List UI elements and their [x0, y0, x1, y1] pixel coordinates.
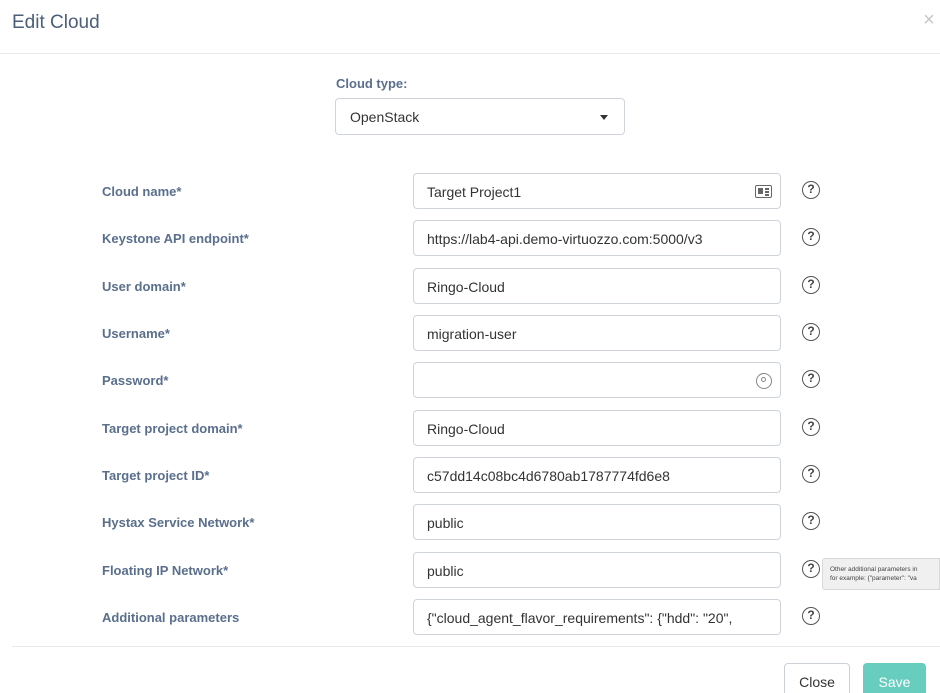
tooltip-line-2: for example: {"parameter": "va: [830, 575, 917, 582]
target-project-domain-input[interactable]: Ringo-Cloud: [413, 410, 781, 446]
help-icon[interactable]: ?: [802, 370, 820, 388]
floating-ip-network-input[interactable]: public: [413, 552, 781, 588]
tooltip-line-1: Other additional parameters in: [830, 566, 918, 573]
target-project-domain-label: Target project domain*: [102, 421, 243, 436]
footer-divider: [12, 646, 940, 647]
modal-header: Edit Cloud ×: [0, 0, 940, 54]
cloud-type-label: Cloud type:: [336, 76, 408, 91]
floating-ip-network-label: Floating IP Network*: [102, 563, 229, 578]
keystone-endpoint-value: https://lab4-api.demo-virtuozzo.com:5000…: [427, 231, 703, 247]
chevron-down-icon: [600, 115, 608, 120]
target-project-id-input[interactable]: c57dd14c08bc4d6780ab1787774fd6e8: [413, 457, 781, 493]
help-icon[interactable]: ?: [802, 181, 820, 199]
cloud-name-value: Target Project1: [427, 184, 522, 200]
hystax-service-network-value: public: [427, 515, 464, 531]
cloud-type-select[interactable]: OpenStack: [335, 98, 625, 135]
target-project-domain-value: Ringo-Cloud: [427, 421, 505, 437]
modal-title: Edit Cloud: [12, 12, 100, 33]
close-icon[interactable]: ×: [920, 10, 938, 30]
help-tooltip: Other additional parameters in for examp…: [822, 558, 940, 590]
password-manager-icon[interactable]: [756, 373, 772, 389]
help-icon[interactable]: ?: [802, 465, 820, 483]
target-project-id-label: Target project ID*: [102, 468, 210, 483]
target-project-id-value: c57dd14c08bc4d6780ab1787774fd6e8: [427, 468, 670, 484]
help-icon[interactable]: ?: [802, 607, 820, 625]
help-icon[interactable]: ?: [802, 512, 820, 530]
contact-card-icon[interactable]: [755, 185, 772, 198]
cloud-name-label: Cloud name*: [102, 184, 182, 199]
additional-parameters-value: {"cloud_agent_flavor_requirements": {"hd…: [427, 610, 733, 626]
additional-parameters-input[interactable]: {"cloud_agent_flavor_requirements": {"hd…: [413, 599, 781, 635]
user-domain-input[interactable]: Ringo-Cloud: [413, 268, 781, 304]
password-label: Password*: [102, 373, 169, 388]
user-domain-value: Ringo-Cloud: [427, 279, 505, 295]
help-icon[interactable]: ?: [802, 228, 820, 246]
username-input[interactable]: migration-user: [413, 315, 781, 351]
username-value: migration-user: [427, 326, 517, 342]
help-icon[interactable]: ?: [802, 418, 820, 436]
help-icon[interactable]: ?: [802, 276, 820, 294]
close-button[interactable]: Close: [784, 663, 850, 693]
help-icon[interactable]: ?: [802, 323, 820, 341]
save-button[interactable]: Save: [863, 663, 926, 693]
additional-parameters-label: Additional parameters: [102, 610, 240, 625]
keystone-endpoint-label: Keystone API endpoint*: [102, 231, 249, 246]
hystax-service-network-label: Hystax Service Network*: [102, 515, 255, 530]
keystone-endpoint-input[interactable]: https://lab4-api.demo-virtuozzo.com:5000…: [413, 220, 781, 256]
cloud-type-value: OpenStack: [350, 109, 420, 125]
username-label: Username*: [102, 326, 170, 341]
password-input[interactable]: [413, 362, 781, 398]
user-domain-label: User domain*: [102, 279, 186, 294]
help-icon[interactable]: ?: [802, 560, 820, 578]
floating-ip-network-value: public: [427, 563, 464, 579]
hystax-service-network-input[interactable]: public: [413, 504, 781, 540]
cloud-name-input[interactable]: Target Project1: [413, 173, 781, 209]
